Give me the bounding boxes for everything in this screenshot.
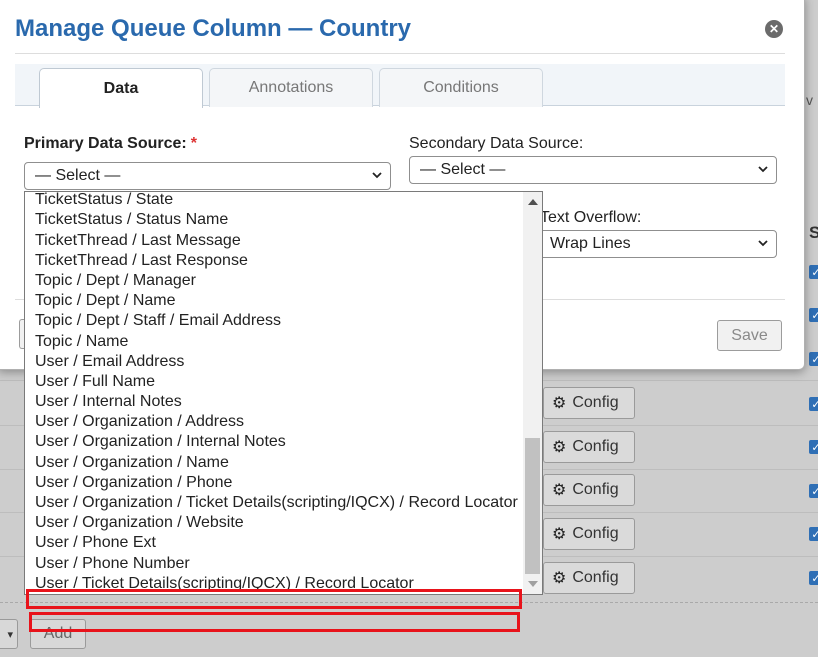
background-checkbox[interactable]: ✓ [809,352,818,366]
config-button[interactable]: ⚙ Config [543,431,635,463]
dropdown-option[interactable]: TicketStatus / Status Name [35,210,228,230]
primary-data-source-label: Primary Data Source: * [24,135,197,153]
text-overflow-label: Text Overflow: [540,209,642,226]
dropdown-option[interactable]: User / Organization / Name [35,453,229,473]
dialog-title: Manage Queue Column — Country [15,15,412,42]
background-checkbox[interactable]: ✓ [809,265,818,279]
dropdown-option[interactable]: User / Organization / Internal Notes [35,432,286,452]
scrollbar-thumb[interactable] [525,438,540,574]
dropdown-option[interactable]: User / Organization / Phone [35,473,232,493]
background-select[interactable]: ▾ [0,619,18,649]
chevron-down-icon [758,240,768,247]
config-button[interactable]: ⚙ Config [543,474,635,506]
dropdown-option[interactable]: Topic / Dept / Staff / Email Address [35,311,281,331]
chevron-down-icon [372,172,382,179]
primary-data-source-value: — Select — [35,167,121,184]
gear-icon: ⚙ [552,570,567,587]
config-button-label: Config [572,481,619,498]
secondary-data-source-value: — Select — [420,161,506,178]
chevron-down-icon [758,166,768,173]
tab-conditions[interactable]: Conditions [379,68,543,107]
background-checkbox[interactable]: ✓ [809,308,818,322]
divider [15,53,785,54]
secondary-data-source-label: Secondary Data Source: [409,135,584,152]
dropdown-option[interactable]: User / Phone Number [35,554,190,574]
config-button[interactable]: ⚙ Config [543,518,635,550]
dropdown-option[interactable]: User / Organization / Ticket Details(scr… [35,493,518,513]
primary-data-source-listbox[interactable]: TicketStatus / State TicketStatus / Stat… [24,191,543,595]
dropdown-option[interactable]: TicketThread / Last Message [35,231,241,251]
text-overflow-value: Wrap Lines [550,235,631,252]
background-partial-text: v [806,92,813,108]
gear-icon: ⚙ [552,526,567,543]
gear-icon: ⚙ [552,395,567,412]
scroll-down-arrow-icon[interactable] [528,581,538,587]
dropdown-option[interactable]: User / Full Name [35,372,155,392]
background-checkbox[interactable]: ✓ [809,527,818,541]
config-button-label: Config [572,569,619,586]
dropdown-option[interactable]: User / Internal Notes [35,392,182,412]
config-button[interactable]: ⚙ Config [543,562,635,594]
required-mark: * [190,135,197,152]
background-checkbox[interactable]: ✓ [809,571,818,585]
config-button-label: Config [572,525,619,542]
primary-data-source-select[interactable]: — Select — [24,162,391,190]
tab-annotations[interactable]: Annotations [209,68,373,107]
tab-data[interactable]: Data [39,68,203,108]
config-button[interactable]: ⚙ Config [543,387,635,419]
background-checkbox[interactable]: ✓ [809,484,818,498]
dropdown-option[interactable]: User / Organization / Website [35,513,244,533]
highlight-box [26,589,522,609]
scroll-up-arrow-icon[interactable] [528,199,538,205]
tab-bar: Data Annotations Conditions [15,64,785,108]
config-button-label: Config [572,438,619,455]
highlight-box [29,612,520,632]
close-icon[interactable]: ✕ [765,20,783,38]
dropdown-option[interactable]: User / Email Address [35,352,184,372]
background-checkbox[interactable]: ✓ [809,397,818,411]
dropdown-option[interactable]: TicketStatus / State [35,192,173,210]
config-button-label: Config [572,394,619,411]
gear-icon: ⚙ [552,439,567,456]
dropdown-option[interactable]: TicketThread / Last Response [35,251,248,271]
background-checkbox[interactable]: ✓ [809,440,818,454]
dropdown-option[interactable]: User / Phone Ext [35,533,156,553]
background-column-header: S [809,223,818,242]
primary-data-source-label-text: Primary Data Source: [24,135,187,152]
save-button[interactable]: Save [717,320,782,351]
dropdown-scrollbar[interactable] [523,192,542,594]
dropdown-option[interactable]: User / Organization / Address [35,412,244,432]
dropdown-option[interactable]: Topic / Name [35,332,128,352]
dropdown-option[interactable]: Topic / Dept / Manager [35,271,196,291]
text-overflow-select[interactable]: Wrap Lines [539,230,777,258]
secondary-data-source-select[interactable]: — Select — [409,156,777,184]
dropdown-option[interactable]: Topic / Dept / Name [35,291,176,311]
gear-icon: ⚙ [552,482,567,499]
